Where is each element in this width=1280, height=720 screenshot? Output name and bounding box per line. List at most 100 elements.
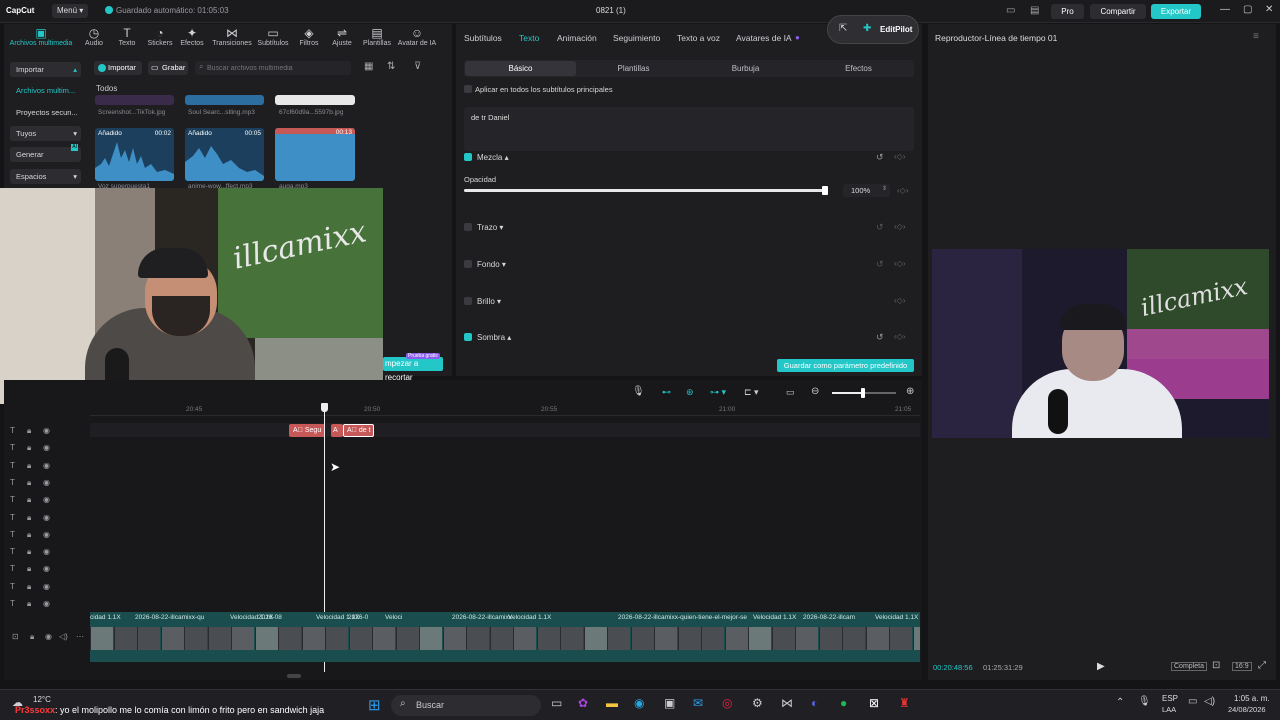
toolbar-avatar-de-ia[interactable]: ☺ Avatar de IA — [396, 27, 438, 48]
preview-icon[interactable]: ▭ — [786, 387, 795, 398]
media-thumb[interactable] — [185, 95, 264, 105]
player-menu-icon[interactable]: ≡ — [1253, 31, 1259, 42]
media-search[interactable]: ⌕ — [195, 61, 351, 75]
sidebar-item-spaces[interactable]: Espacios ▾ — [10, 169, 81, 184]
reset-icon[interactable]: ↺ — [876, 332, 884, 343]
clock-time[interactable]: 1:05 a. m. — [1234, 694, 1270, 703]
text-track-icon[interactable]: T — [10, 530, 15, 539]
text-track-icon[interactable]: T — [10, 426, 15, 435]
copilot-icon[interactable]: ✿ — [578, 696, 588, 710]
background-label[interactable]: Fondo ▾ — [477, 260, 506, 269]
subtab-effects[interactable]: Efectos — [803, 61, 914, 76]
tray-expand-icon[interactable]: ⌃ — [1116, 697, 1124, 708]
chrome-icon[interactable]: ◎ — [722, 696, 732, 710]
stroke-label[interactable]: Trazo ▾ — [477, 223, 503, 232]
volume-icon[interactable]: ◁) — [1204, 696, 1215, 707]
glow-label[interactable]: Brillo ▾ — [477, 297, 501, 306]
tab-ai-avatars[interactable]: Avatares de IA — [736, 33, 792, 43]
opacity-slider[interactable] — [464, 186, 828, 195]
mic-icon[interactable]: 🎙 — [632, 386, 645, 397]
share-button[interactable]: Compartir — [1090, 4, 1146, 19]
shadow-label[interactable]: Sombra ▴ — [477, 333, 511, 342]
keyframe-icon[interactable]: ‹◇› — [894, 222, 905, 231]
background-checkbox[interactable] — [464, 260, 472, 268]
timeline-ruler[interactable]: 20:45 20:50 20:55 21:00 21:05 — [90, 402, 920, 416]
spotify-icon[interactable]: ● — [840, 696, 847, 710]
edge-icon[interactable]: ◉ — [634, 696, 644, 710]
text-track-icon[interactable]: T — [10, 478, 15, 487]
lang-region[interactable]: LAA — [1162, 705, 1176, 714]
cover-icon[interactable]: ⊡ — [12, 632, 19, 641]
lock-icon[interactable]: 🔒︎ — [27, 478, 31, 488]
keyframe-icon[interactable]: ‹◇› — [894, 296, 905, 305]
lock-icon[interactable]: 🔒︎ — [30, 632, 34, 642]
lock-icon[interactable]: 🔒︎ — [27, 599, 31, 609]
sort-icon[interactable]: ⇅ — [387, 61, 395, 72]
link-icon[interactable]: ⊷ — [662, 387, 671, 398]
tab-subtitles[interactable]: Subtítulos — [464, 33, 502, 43]
capcut-app-icon[interactable]: ⊠ — [869, 696, 879, 710]
fullscreen-icon[interactable]: ⤢ — [1258, 660, 1266, 671]
toolbar-subtítulos[interactable]: ▭ Subtítulos — [256, 27, 290, 48]
store-icon[interactable]: ▣ — [664, 696, 675, 710]
eye-icon[interactable]: ◉ — [43, 495, 50, 504]
playhead-handle[interactable] — [321, 403, 328, 412]
maximize-icon[interactable]: ▢ — [1243, 4, 1252, 15]
text-track-icon[interactable]: T — [10, 599, 15, 608]
media-thumb[interactable]: 00:13 — [275, 128, 355, 181]
text-clip-selected[interactable]: A⃞ de t — [343, 424, 374, 437]
taskbar-search[interactable]: ⌕ Buscar — [391, 695, 541, 716]
lock-icon[interactable]: 🔒︎ — [27, 461, 31, 471]
stroke-checkbox[interactable] — [464, 223, 472, 231]
reset-icon[interactable]: ↺ — [876, 152, 884, 163]
tab-text[interactable]: Texto — [519, 33, 539, 43]
toolbar-filtros[interactable]: ◈ Filtros — [297, 27, 321, 48]
snap-icon[interactable]: ⊶ ▾ — [710, 387, 726, 398]
magnet-icon[interactable]: ⊛ — [686, 387, 694, 398]
lock-icon[interactable]: 🔒︎ — [27, 530, 31, 540]
media-thumb[interactable] — [95, 95, 174, 105]
keyframe-icon[interactable]: ‹◇› — [894, 152, 905, 161]
ratio-button[interactable]: 16:9 — [1232, 662, 1252, 671]
player-preview[interactable]: illcamixx — [932, 249, 1269, 438]
more-icon[interactable]: ⋯ — [76, 632, 84, 641]
text-track-icon[interactable]: T — [10, 443, 15, 452]
lock-icon[interactable]: 🔒︎ — [27, 547, 31, 557]
windows-start-icon[interactable]: ⊞ — [368, 696, 381, 714]
eye-icon[interactable]: ◉ — [43, 513, 50, 522]
subtab-bubble[interactable]: Burbuja — [690, 61, 801, 76]
minimize-icon[interactable]: — — [1220, 4, 1230, 15]
quality-button[interactable]: Completa — [1171, 662, 1207, 671]
lock-icon[interactable]: 🔒︎ — [27, 564, 31, 574]
subtab-templates[interactable]: Plantillas — [578, 61, 689, 76]
lock-icon[interactable]: 🔒︎ — [27, 495, 31, 505]
blend-label[interactable]: Mezcla ▴ — [477, 153, 509, 162]
sidebar-item-projects[interactable]: Proyectos secun... — [10, 105, 81, 120]
media-thumb[interactable]: Añadido 00:02 — [95, 128, 174, 181]
audio-icon[interactable]: ◁) — [59, 632, 68, 641]
clock-date[interactable]: 24/08/2026 — [1228, 705, 1266, 714]
apply-all-checkbox[interactable] — [464, 85, 472, 93]
import-button[interactable]: Importar — [94, 61, 142, 75]
lock-icon[interactable]: 🔒︎ — [27, 426, 31, 436]
text-track-icon[interactable]: T — [10, 495, 15, 504]
menu-button[interactable]: Menú ▾ — [52, 4, 88, 18]
text-track-icon[interactable]: T — [10, 564, 15, 573]
play-icon[interactable]: ▶ — [1097, 661, 1105, 672]
app-icon[interactable]: ♜ — [899, 696, 910, 710]
eye-icon[interactable]: ◉ — [43, 530, 50, 539]
keyframe-icon[interactable]: ‹◇› — [897, 186, 908, 195]
save-preset-button[interactable]: Guardar como parámetro predefinido — [777, 359, 914, 372]
sidebar-item-generate[interactable]: Generar AI — [10, 144, 81, 162]
toolbar-texto[interactable]: T Texto — [117, 27, 137, 48]
mail-icon[interactable]: ✉ — [693, 696, 703, 710]
tab-animation[interactable]: Animación — [557, 33, 597, 43]
toolbar-ajuste[interactable]: ⇌ Ajuste — [330, 27, 354, 48]
eye-icon[interactable]: ◉ — [43, 443, 50, 452]
lock-icon[interactable]: 🔒︎ — [27, 513, 31, 523]
sidebar-item-media[interactable]: Archivos multim... — [10, 83, 81, 98]
text-clip[interactable]: A — [331, 424, 343, 437]
text-track-icon[interactable]: T — [10, 513, 15, 522]
record-button[interactable]: ▭ Grabar — [148, 61, 188, 75]
shadow-checkbox[interactable] — [464, 333, 472, 341]
